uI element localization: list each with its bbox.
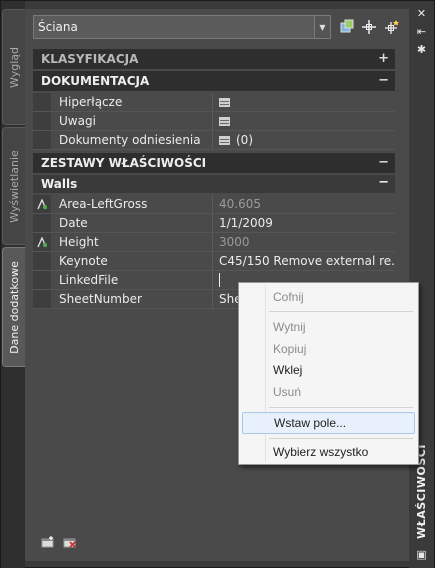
property-name: LinkedFile [51, 271, 213, 289]
property-row-area-leftgross[interactable]: Area-LeftGross 40.605 [33, 195, 395, 214]
property-row-uwagi[interactable]: Uwagi [33, 112, 395, 131]
formula-icon [33, 195, 51, 213]
menu-item-cut[interactable]: Wytnij [242, 316, 415, 338]
row-gutter [33, 93, 51, 111]
context-menu: Cofnij Wytnij Kopiuj Wklej Usuń Wstaw po… [238, 282, 419, 465]
row-gutter [33, 112, 51, 130]
property-grid: KLASYFIKACJA + DOKUMENTACJA − Hiperłącze… [33, 49, 395, 309]
tab-dane-dodatkowe[interactable]: Dane dodatkowe [2, 247, 25, 367]
list-edit-icon[interactable] [219, 135, 230, 145]
row-gutter [33, 290, 51, 308]
formula-icon [33, 233, 51, 251]
property-value: 3000 [219, 235, 250, 249]
menu-separator [269, 407, 413, 408]
list-edit-icon[interactable] [219, 116, 230, 126]
property-name: Area-LeftGross [51, 195, 213, 213]
property-name: Uwagi [51, 112, 213, 130]
list-edit-icon[interactable] [219, 97, 230, 107]
subsection-title: Walls [41, 177, 78, 191]
property-name: Keynote [51, 252, 213, 270]
menu-item-select-all[interactable]: Wybierz wszystko [242, 441, 415, 463]
property-row-keynote[interactable]: Keynote C45/150 Remove external re... [33, 252, 395, 271]
property-row-height[interactable]: Height 3000 [33, 233, 395, 252]
menu-item-paste[interactable]: Wklej [242, 359, 415, 381]
section-title: KLASYFIKACJA [41, 52, 139, 66]
tab-label: Wyświetlanie [7, 149, 21, 223]
menu-separator [269, 311, 413, 312]
property-name: Date [51, 214, 213, 232]
row-gutter [33, 131, 51, 149]
value-text: (0) [236, 133, 253, 147]
tab-label: Wygląd [7, 46, 21, 88]
properties-icon: ▣ [416, 548, 427, 561]
property-value[interactable] [213, 93, 395, 111]
chevron-down-icon[interactable]: ▼ [314, 16, 330, 38]
property-row-date[interactable]: Date 1/1/2009 [33, 214, 395, 233]
autohide-icon[interactable]: ⇤ [415, 25, 428, 38]
select-objects-icon[interactable] [359, 17, 379, 37]
row-gutter [33, 271, 51, 289]
menu-item-undo[interactable]: Cofnij [242, 286, 415, 308]
property-value[interactable]: 1/1/2009 [213, 214, 395, 232]
property-name: Height [51, 233, 213, 251]
tab-wyswietlanie[interactable]: Wyświetlanie [2, 127, 25, 245]
menu-item-insert-field[interactable]: Wstaw pole... [242, 412, 415, 434]
bottom-toolbar [41, 536, 77, 551]
text-cursor [219, 273, 220, 287]
row-gutter [33, 214, 51, 232]
property-row-hiperlacze[interactable]: Hiperłącze [33, 93, 395, 112]
selection-value: Ściana [38, 20, 78, 34]
property-name: Hiperłącze [51, 93, 213, 111]
settings-icon[interactable]: ✱ [415, 43, 428, 56]
close-icon[interactable]: ✕ [415, 7, 428, 20]
property-row-dokumenty[interactable]: Dokumenty odniesienia (0) [33, 131, 395, 150]
menu-item-copy[interactable]: Kopiuj [242, 338, 415, 360]
section-dokumentacja[interactable]: DOKUMENTACJA − [33, 71, 395, 91]
selection-dropdown[interactable]: Ściana ▼ [33, 15, 331, 39]
pickadd-icon[interactable] [383, 17, 403, 37]
property-value[interactable]: (0) [213, 131, 395, 149]
left-tab-strip: Wygląd Wyświetlanie Dane dodatkowe [1, 1, 25, 568]
subsection-walls[interactable]: Walls − [33, 175, 395, 193]
collapse-icon[interactable]: − [378, 73, 389, 88]
section-klasyfikacja[interactable]: KLASYFIKACJA + [33, 49, 395, 69]
tab-wyglad[interactable]: Wygląd [2, 9, 25, 125]
add-property-set-icon[interactable] [41, 536, 55, 551]
menu-separator [269, 438, 413, 439]
remove-property-set-icon[interactable] [63, 536, 77, 551]
section-title: ZESTAWY WŁAŚCIWOŚCI [41, 156, 207, 170]
section-zestawy-wlasciwosci[interactable]: ZESTAWY WŁAŚCIWOŚCI − [33, 153, 395, 173]
property-value[interactable]: C45/150 Remove external re... [213, 252, 395, 270]
row-gutter [33, 252, 51, 270]
property-value: 40.605 [219, 197, 261, 211]
collapse-icon[interactable]: − [378, 175, 389, 190]
property-name: SheetNumber [51, 290, 213, 308]
tab-label: Dane dodatkowe [7, 260, 21, 354]
property-name: Dokumenty odniesienia [51, 131, 213, 149]
section-title: DOKUMENTACJA [41, 74, 150, 88]
quick-select-icon[interactable] [337, 17, 357, 37]
collapse-icon[interactable]: − [378, 155, 389, 170]
menu-item-delete[interactable]: Usuń [242, 381, 415, 403]
properties-palette: Wygląd Wyświetlanie Dane dodatkowe Ścian… [0, 0, 435, 568]
expand-icon[interactable]: + [378, 51, 389, 66]
property-value[interactable] [213, 112, 395, 130]
toolbar: Ściana ▼ [29, 15, 407, 41]
